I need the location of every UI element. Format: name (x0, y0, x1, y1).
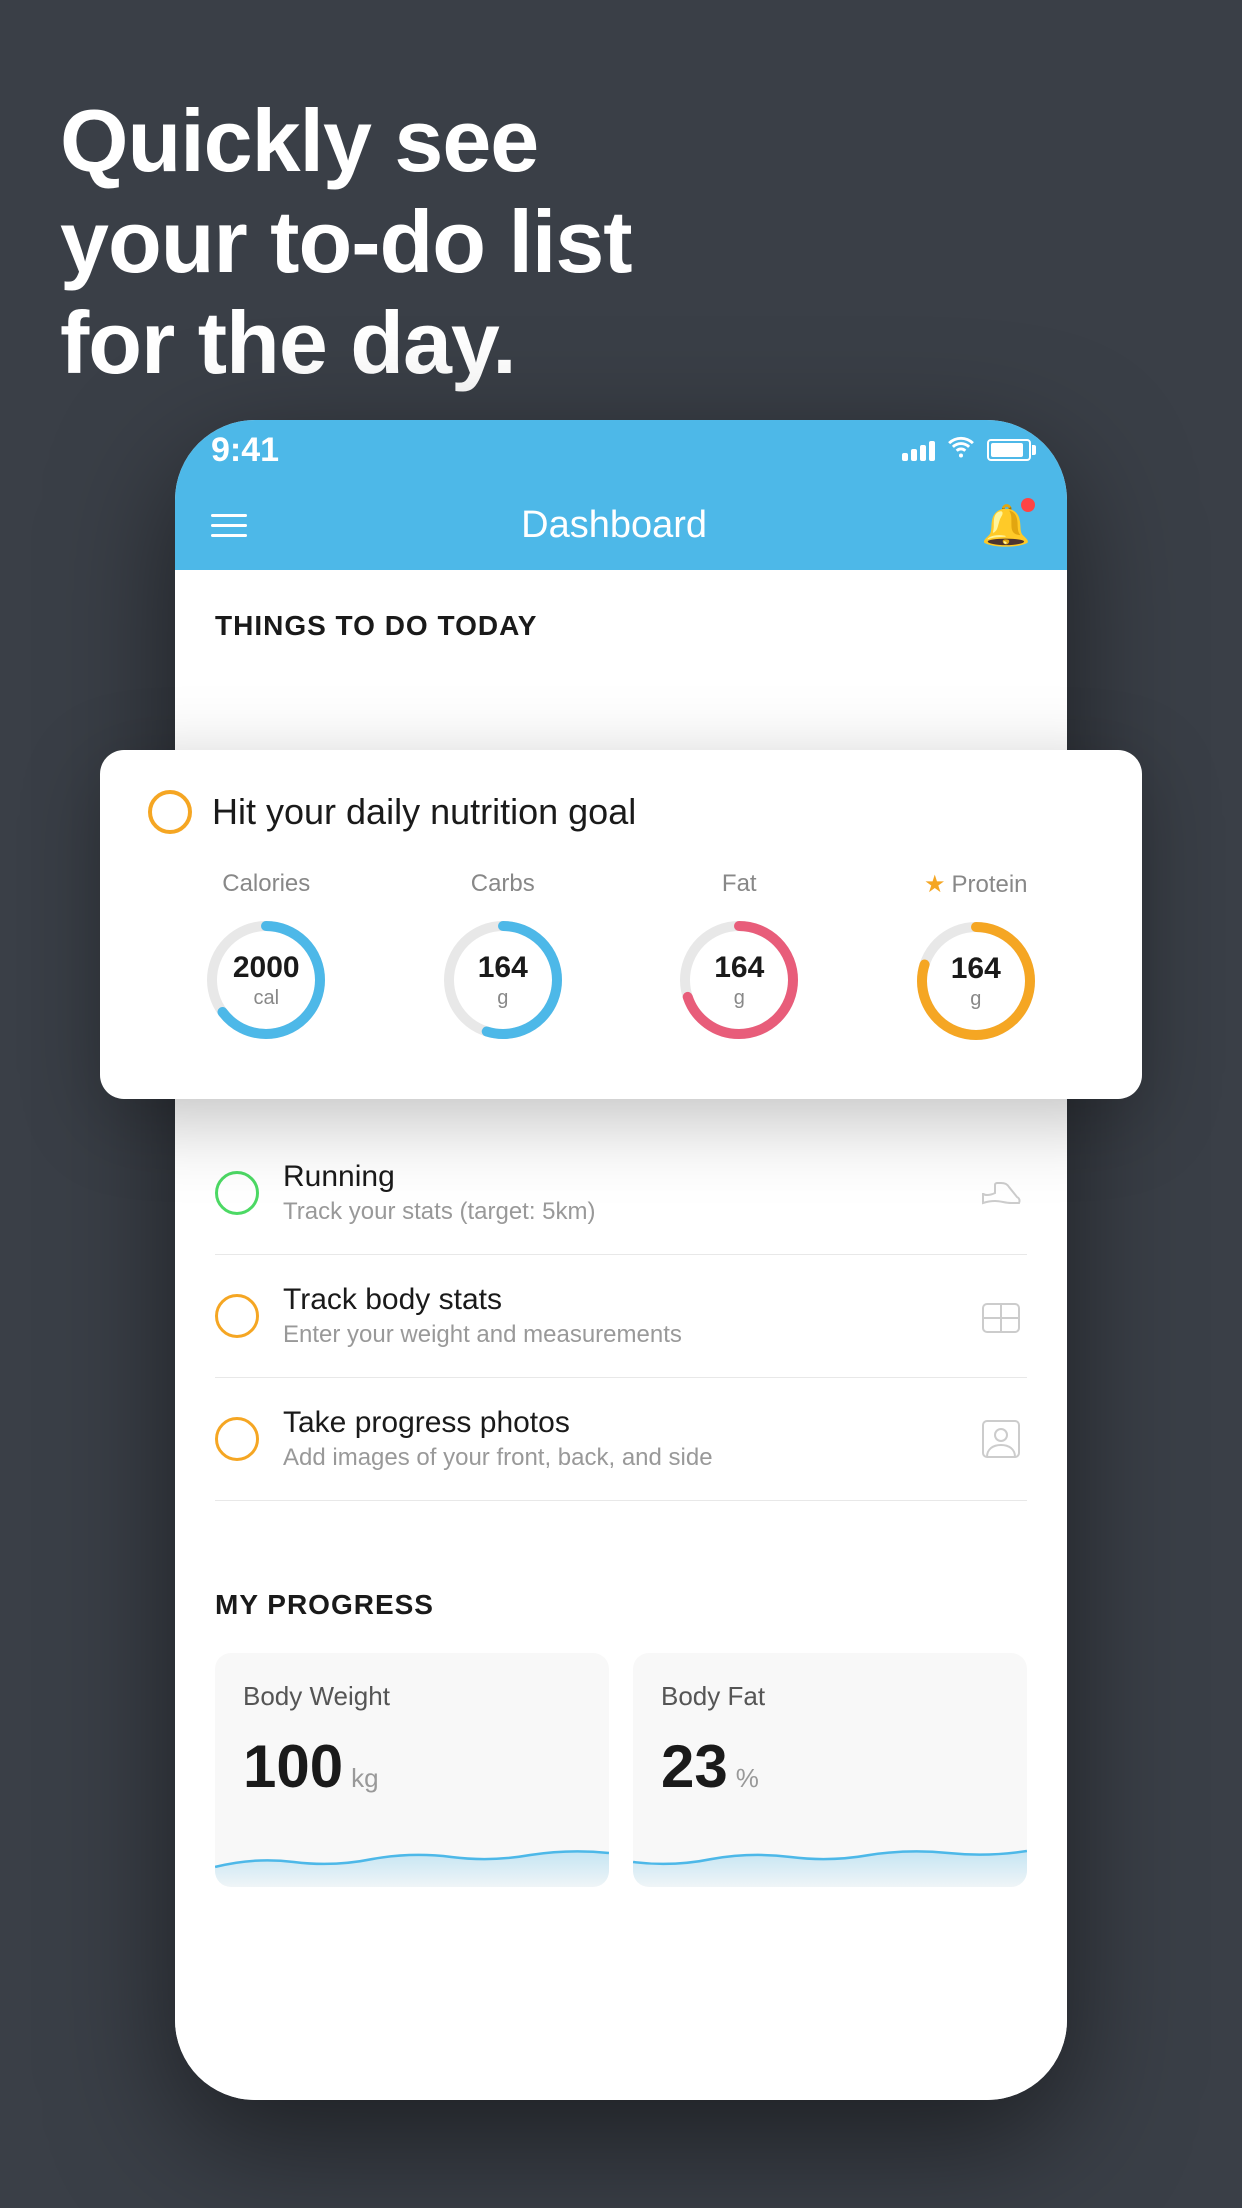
todo-photos-subtitle: Add images of your front, back, and side (283, 1444, 951, 1472)
nutrition-row: Calories 2000 cal Carbs (148, 870, 1094, 1051)
todo-item-photos[interactable]: Take progress photos Add images of your … (215, 1378, 1027, 1501)
nutrition-card-title: Hit your daily nutrition goal (212, 791, 636, 833)
calories-item: Calories 2000 cal (196, 870, 336, 1050)
body-fat-label: Body Fat (661, 1681, 999, 1712)
fat-label: Fat (722, 870, 757, 898)
phone-mockup: 9:41 Dashboard 🔔 (175, 420, 1067, 2100)
todo-photos-title: Take progress photos (283, 1406, 951, 1440)
carbs-item: Carbs 164 g (433, 870, 573, 1050)
carbs-chart: 164 g (433, 910, 573, 1050)
body-weight-chart (215, 1817, 609, 1887)
todo-list: Running Track your stats (target: 5km) T… (175, 1132, 1067, 1501)
body-weight-unit: kg (351, 1763, 378, 1794)
status-bar: 9:41 (175, 420, 1067, 480)
carbs-unit: g (478, 986, 528, 1010)
person-photo-icon (975, 1413, 1027, 1465)
body-weight-card[interactable]: Body Weight 100 kg (215, 1653, 609, 1887)
running-shoe-icon (975, 1167, 1027, 1219)
todo-circle-running (215, 1171, 259, 1215)
bell-notification-icon[interactable]: 🔔 (981, 502, 1031, 549)
todo-circle-body-stats (215, 1294, 259, 1338)
todo-body-stats-subtitle: Enter your weight and measurements (283, 1321, 951, 1349)
nav-bar: Dashboard 🔔 (175, 480, 1067, 570)
carbs-label: Carbs (471, 870, 535, 898)
battery-icon (987, 439, 1031, 461)
todo-body-stats-title: Track body stats (283, 1283, 951, 1317)
nutrition-circle-indicator (148, 790, 192, 834)
body-fat-chart (633, 1817, 1027, 1887)
todo-item-body-stats[interactable]: Track body stats Enter your weight and m… (215, 1255, 1027, 1378)
protein-star-icon: ★ (924, 870, 946, 899)
things-to-do-header: THINGS TO DO TODAY (175, 570, 1067, 662)
carbs-value: 164 (478, 950, 528, 986)
body-fat-value: 23 (661, 1732, 728, 1801)
wifi-icon (947, 436, 975, 465)
calories-unit: cal (233, 986, 300, 1010)
status-time: 9:41 (211, 431, 279, 470)
todo-circle-photos (215, 1417, 259, 1461)
body-fat-unit: % (736, 1763, 759, 1794)
progress-section: MY PROGRESS Body Weight 100 kg (175, 1541, 1067, 1927)
body-weight-label: Body Weight (243, 1681, 581, 1712)
protein-chart: 164 g (906, 911, 1046, 1051)
calories-chart: 2000 cal (196, 910, 336, 1050)
protein-item: ★ Protein 164 g (906, 870, 1046, 1051)
fat-unit: g (714, 986, 764, 1010)
todo-running-title: Running (283, 1160, 951, 1194)
status-icons (902, 436, 1031, 465)
fat-item: Fat 164 g (669, 870, 809, 1050)
progress-cards: Body Weight 100 kg (215, 1653, 1027, 1887)
todo-running-subtitle: Track your stats (target: 5km) (283, 1198, 951, 1226)
calories-label: Calories (222, 870, 310, 898)
protein-label: ★ Protein (924, 870, 1028, 899)
hamburger-menu[interactable] (211, 514, 247, 537)
progress-header: MY PROGRESS (215, 1589, 1027, 1621)
notification-dot (1021, 498, 1035, 512)
calories-value: 2000 (233, 950, 300, 986)
fat-value: 164 (714, 950, 764, 986)
scale-icon (975, 1290, 1027, 1342)
app-headline: Quickly see your to-do list for the day. (60, 90, 632, 394)
protein-unit: g (951, 987, 1001, 1011)
body-fat-card[interactable]: Body Fat 23 % (633, 1653, 1027, 1887)
todo-item-running[interactable]: Running Track your stats (target: 5km) (215, 1132, 1027, 1255)
body-weight-value: 100 (243, 1732, 343, 1801)
nutrition-card: Hit your daily nutrition goal Calories 2… (100, 750, 1142, 1099)
fat-chart: 164 g (669, 910, 809, 1050)
nav-title: Dashboard (521, 504, 707, 547)
protein-value: 164 (951, 951, 1001, 987)
signal-bars-icon (902, 439, 935, 461)
